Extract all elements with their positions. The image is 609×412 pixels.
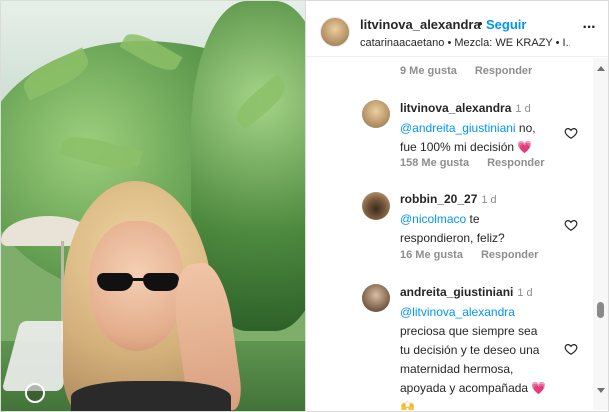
follow-button[interactable]: Seguir (486, 17, 526, 32)
comment-username[interactable]: andreita_giustiniani (400, 285, 513, 299)
reply-button[interactable]: Responder (487, 157, 544, 169)
comment-text: preciosa que siempre sea tu decisión y t… (400, 324, 547, 410)
author-avatar[interactable] (320, 17, 350, 47)
comment-time: 1 d (517, 287, 533, 299)
more-horizontal-icon[interactable]: ··· (579, 20, 599, 43)
sound-off-icon[interactable] (25, 383, 45, 403)
comment-body: litvinova_alexandra 1 d @andreita_giustin… (400, 99, 550, 157)
video-sunglasses (97, 273, 181, 293)
comment-avatar[interactable] (362, 192, 390, 220)
comment-username[interactable]: robbin_20_27 (400, 192, 477, 206)
scroll-up-arrow-icon[interactable] (597, 66, 605, 71)
author-username[interactable]: litvinova_alexandra (360, 17, 481, 32)
reply-button[interactable]: Responder (481, 249, 538, 261)
comment-meta: 16 Me gusta Responder (400, 249, 538, 261)
comment-body: andreita_giustiniani 1 d @litvinova_alexa… (400, 283, 550, 410)
heart-outline-icon[interactable] (564, 126, 578, 140)
comment-meta: 9 Me gusta Responder (400, 65, 532, 77)
comment-mention[interactable]: @nicolmaco (400, 212, 466, 226)
heart-outline-icon[interactable] (564, 342, 578, 356)
audio-attribution[interactable]: catarinaacaetano • Mezcla: WE KRAZY • I.… (360, 37, 570, 49)
comment-username[interactable]: litvinova_alexandra (400, 101, 511, 115)
like-count[interactable]: 158 Me gusta (400, 157, 469, 169)
post-header: litvinova_alexandra • Seguir catarinaaca… (306, 1, 608, 57)
comment-mention[interactable]: @andreita_giustiniani (400, 121, 516, 135)
video-person-top (71, 381, 231, 411)
comment-time: 1 d (515, 103, 531, 115)
comment-meta: 158 Me gusta Responder (400, 157, 545, 169)
scrollbar-thumb[interactable] (597, 302, 604, 318)
comments-list: 9 Me gusta Responder litvinova_alexandra 1… (306, 58, 593, 410)
comment-avatar[interactable] (362, 100, 390, 128)
scroll-down-arrow-icon[interactable] (597, 388, 605, 393)
reply-button[interactable]: Responder (475, 65, 532, 77)
comment-time: 1 d (481, 194, 497, 206)
comments-scrollbar[interactable] (593, 58, 608, 410)
comment-avatar[interactable] (362, 284, 390, 312)
header-separator: • (478, 16, 483, 31)
post-video[interactable] (1, 1, 305, 411)
heart-outline-icon[interactable] (564, 218, 578, 232)
comment-mention[interactable]: @litvinova_alexandra (400, 305, 515, 319)
like-count[interactable]: 9 Me gusta (400, 65, 457, 77)
like-count[interactable]: 16 Me gusta (400, 249, 463, 261)
comment-body: robbin_20_27 1 d @nicolmaco te respondier… (400, 190, 550, 248)
